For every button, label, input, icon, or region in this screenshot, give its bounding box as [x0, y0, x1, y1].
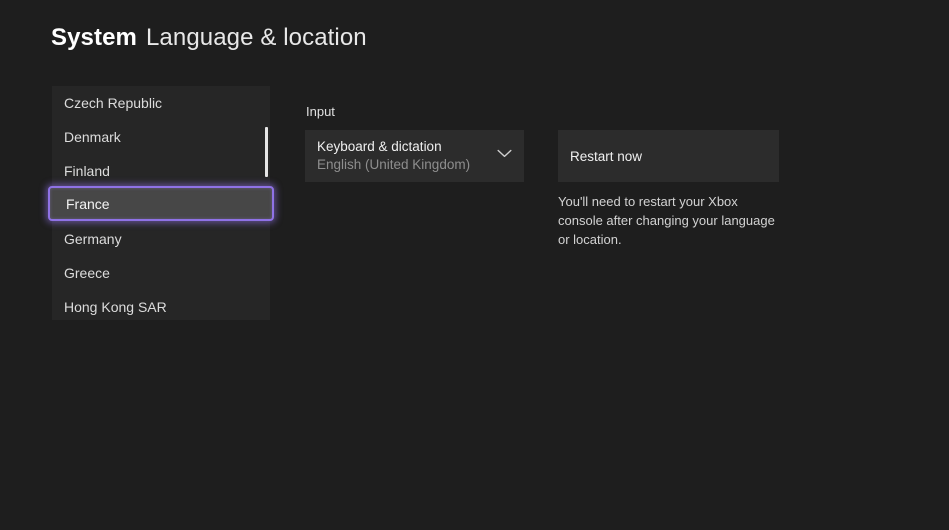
location-list-item-label: Czech Republic [64, 95, 163, 111]
location-list-scrollbar-thumb[interactable] [265, 127, 268, 177]
location-list-item-france[interactable]: France [48, 186, 274, 221]
location-list-item[interactable]: Finland [52, 154, 270, 188]
page-title-label: Language & location [145, 24, 367, 51]
location-list-item[interactable]: Czech Republic [52, 86, 270, 120]
keyboard-dictation-title: Keyboard & dictation [317, 139, 442, 154]
input-section-label: Input [306, 104, 335, 119]
location-list-item-label: Germany [64, 231, 122, 247]
chevron-down-icon [497, 149, 512, 158]
breadcrumb-system: System [51, 24, 137, 51]
language-location-settings-screen: System Language & location Czech Republi… [0, 0, 949, 530]
keyboard-dictation-dropdown[interactable]: Keyboard & dictation English (United Kin… [305, 130, 524, 182]
location-list-item-label: Hong Kong SAR [64, 299, 167, 315]
location-list-item-label: France [66, 195, 110, 212]
restart-now-label: Restart now [570, 148, 643, 164]
location-list-scrollbar-track[interactable] [265, 86, 268, 320]
keyboard-dictation-value: English (United Kingdom) [317, 157, 471, 172]
location-list-item-label: Greece [64, 265, 110, 281]
location-list-item[interactable]: Germany [52, 222, 270, 256]
restart-help-text: You'll need to restart your Xbox console… [558, 194, 775, 247]
location-list-item[interactable]: Hong Kong SAR [52, 290, 270, 320]
location-list-item-label: Finland [64, 163, 110, 179]
location-list-item[interactable]: Greece [52, 256, 270, 290]
location-list-item-label: Denmark [64, 129, 121, 145]
restart-now-button[interactable]: Restart now [558, 130, 779, 182]
location-list-item[interactable]: Denmark [52, 120, 270, 154]
page-title: System Language & location [51, 24, 367, 52]
